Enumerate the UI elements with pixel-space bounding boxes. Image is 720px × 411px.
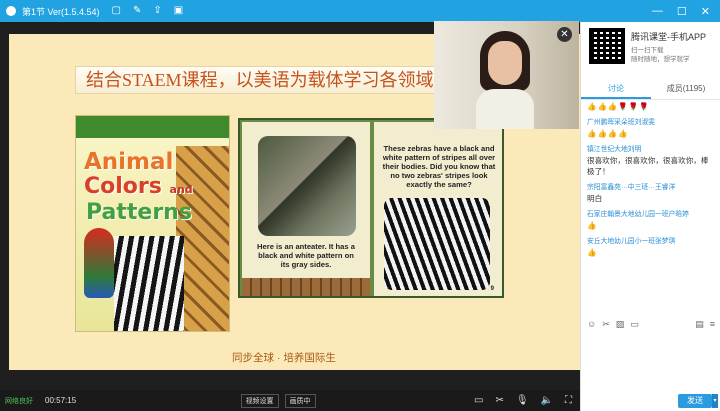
mic-icon[interactable]: 🎙: [516, 395, 529, 406]
fence-decoration: [242, 278, 370, 296]
speaker-icon[interactable]: 🔈: [541, 395, 553, 406]
chat-sender[interactable]: 石家庄翰景大地幼儿园一班户晗婷: [587, 208, 715, 218]
cover-title-and: and: [169, 183, 193, 196]
file-icon[interactable]: ▢: [112, 6, 121, 16]
title-bar: 第1节 Ver(1.5.4.54) ▢ ✎ ⇪ ▣ — ☐ ✕: [0, 0, 720, 22]
window-controls: — ☐ ✕: [652, 5, 710, 18]
book-page-left: Here is an anteater. It has a black and …: [242, 122, 370, 296]
chat-message: 石家庄翰景大地幼儿园一班户晗婷 👍: [587, 208, 715, 231]
chat-text: 👍👍👍👍: [587, 129, 629, 138]
send-options-icon[interactable]: ▾: [712, 394, 718, 408]
sidebar-tabs: 讨论 成员(1195): [581, 80, 720, 100]
book-cover-image: Animal Colors and Patterns: [75, 115, 230, 332]
maximize-icon[interactable]: ☐: [677, 5, 687, 18]
chat-sender[interactable]: 广州鹏晖采朵班刘淑雯: [587, 116, 715, 126]
bottom-icons: ▭ ✂ 🎙 🔈 ⛶: [474, 395, 572, 406]
parrot-illustration: [84, 228, 114, 298]
fullscreen-icon[interactable]: ⛶: [565, 395, 572, 406]
book-page-right: These zebras have a black and white patt…: [374, 122, 502, 296]
tab-members[interactable]: 成员(1195): [651, 80, 720, 99]
chat-message: 安丘大地幼儿园小一班张梦琪 👍: [587, 235, 715, 258]
qr-code-image: [589, 28, 625, 64]
chat-message: 镇江世纪大地刘明 很喜欢你，很喜欢你，很喜欢你，棒极了！: [587, 143, 715, 177]
scissors-icon[interactable]: ✂: [495, 395, 503, 406]
chat-message: 宗阳富鑫苑···中三班···王睿洋 明白: [587, 181, 715, 204]
chat-toolbar: ☺ ✂ ▨ ▭ ▤ ≡: [587, 319, 715, 333]
chat-list: 👍👍👍🌹🌹🌹 广州鹏晖采朵班刘淑雯 👍👍👍👍 镇江世纪大地刘明 很喜欢你，很喜欢…: [587, 101, 715, 316]
teacher-body: [476, 89, 534, 129]
chat-sender[interactable]: 镇江世纪大地刘明: [587, 143, 715, 153]
window-title: 第1节 Ver(1.5.4.54): [22, 6, 100, 17]
chat-toolbar-right: ▤ ≡: [695, 319, 715, 333]
slide-banner: 结合STAEM课程，以美语为载体学习各领域: [75, 66, 440, 94]
page-number: 9: [490, 286, 494, 292]
zebra-caption: These zebras have a black and white patt…: [382, 144, 496, 189]
app-logo-icon: [6, 6, 16, 16]
anteater-caption: Here is an anteater. It has a black and …: [257, 242, 355, 269]
cover-title-line1: Animal: [84, 149, 174, 175]
slide-caption: 同步全球 · 培养国际生: [232, 352, 336, 364]
chat-message: 广州鹏晖采朵班刘淑雯 👍👍👍👍: [587, 116, 715, 139]
card-icon[interactable]: ▤: [695, 319, 704, 333]
video-close-icon[interactable]: ✕: [557, 27, 572, 42]
zebra-photo: [384, 198, 490, 290]
image-icon[interactable]: ▨: [616, 319, 625, 333]
share-icon[interactable]: ⇪: [153, 6, 161, 16]
chat-sender[interactable]: 宗阳富鑫苑···中三班···王睿洋: [587, 181, 715, 191]
chat-text: 👍: [587, 248, 598, 257]
window-icon[interactable]: ▣: [174, 6, 183, 16]
minimize-icon[interactable]: —: [652, 5, 663, 18]
network-status: 网络良好: [5, 397, 33, 405]
settings-icon[interactable]: ≡: [710, 319, 715, 333]
chat-sender[interactable]: 安丘大地幼儿园小一班张梦琪: [587, 235, 715, 245]
cover-title-line3: Patterns: [86, 200, 192, 225]
chat-message: 👍👍👍🌹🌹🌹: [587, 101, 715, 112]
chat-icon[interactable]: ▭: [630, 319, 639, 333]
chat-text: 很喜欢你，很喜欢你，很喜欢你，棒极了！: [587, 156, 709, 176]
screen-icon[interactable]: ▭: [474, 395, 483, 406]
teacher-figure: [476, 31, 534, 129]
chat-text: 明白: [587, 194, 603, 203]
right-sidebar: 腾讯课堂-手机APP 扫一扫下载 随时随地，想学就学 讨论 成员(1195) 👍…: [580, 22, 720, 411]
chat-text: 👍: [587, 221, 598, 230]
bottom-toolbar: 网络良好 00:57:15 视频设置 画质中 ▭ ✂ 🎙 🔈 ⛶: [0, 390, 580, 411]
cover-title-colors: Colors: [84, 174, 162, 199]
quality-button[interactable]: 画质中: [284, 393, 316, 408]
zebra-illustration: [114, 236, 184, 331]
edit-icon[interactable]: ✎: [133, 6, 141, 16]
close-icon[interactable]: ✕: [701, 5, 710, 18]
cover-title-line2: Colors and: [84, 174, 193, 199]
send-button[interactable]: 发送: [678, 394, 712, 408]
app-promo-tagline: 随时随地，想学就学: [631, 56, 690, 63]
tab-discussion[interactable]: 讨论: [581, 80, 651, 99]
scissors-icon[interactable]: ✂: [602, 319, 610, 333]
emoji-icon[interactable]: ☺: [587, 319, 596, 333]
app-promo-title: 腾讯课堂-手机APP: [631, 32, 707, 42]
anteater-photo: [258, 136, 356, 236]
chat-text: 👍👍👍🌹🌹🌹: [587, 102, 650, 111]
book-spread-image: Here is an anteater. It has a black and …: [238, 118, 504, 298]
teacher-face: [488, 41, 522, 85]
elapsed-time: 00:57:15: [45, 396, 77, 405]
video-settings-button[interactable]: 视频设置: [240, 393, 279, 408]
leaves-decoration: [76, 116, 229, 138]
